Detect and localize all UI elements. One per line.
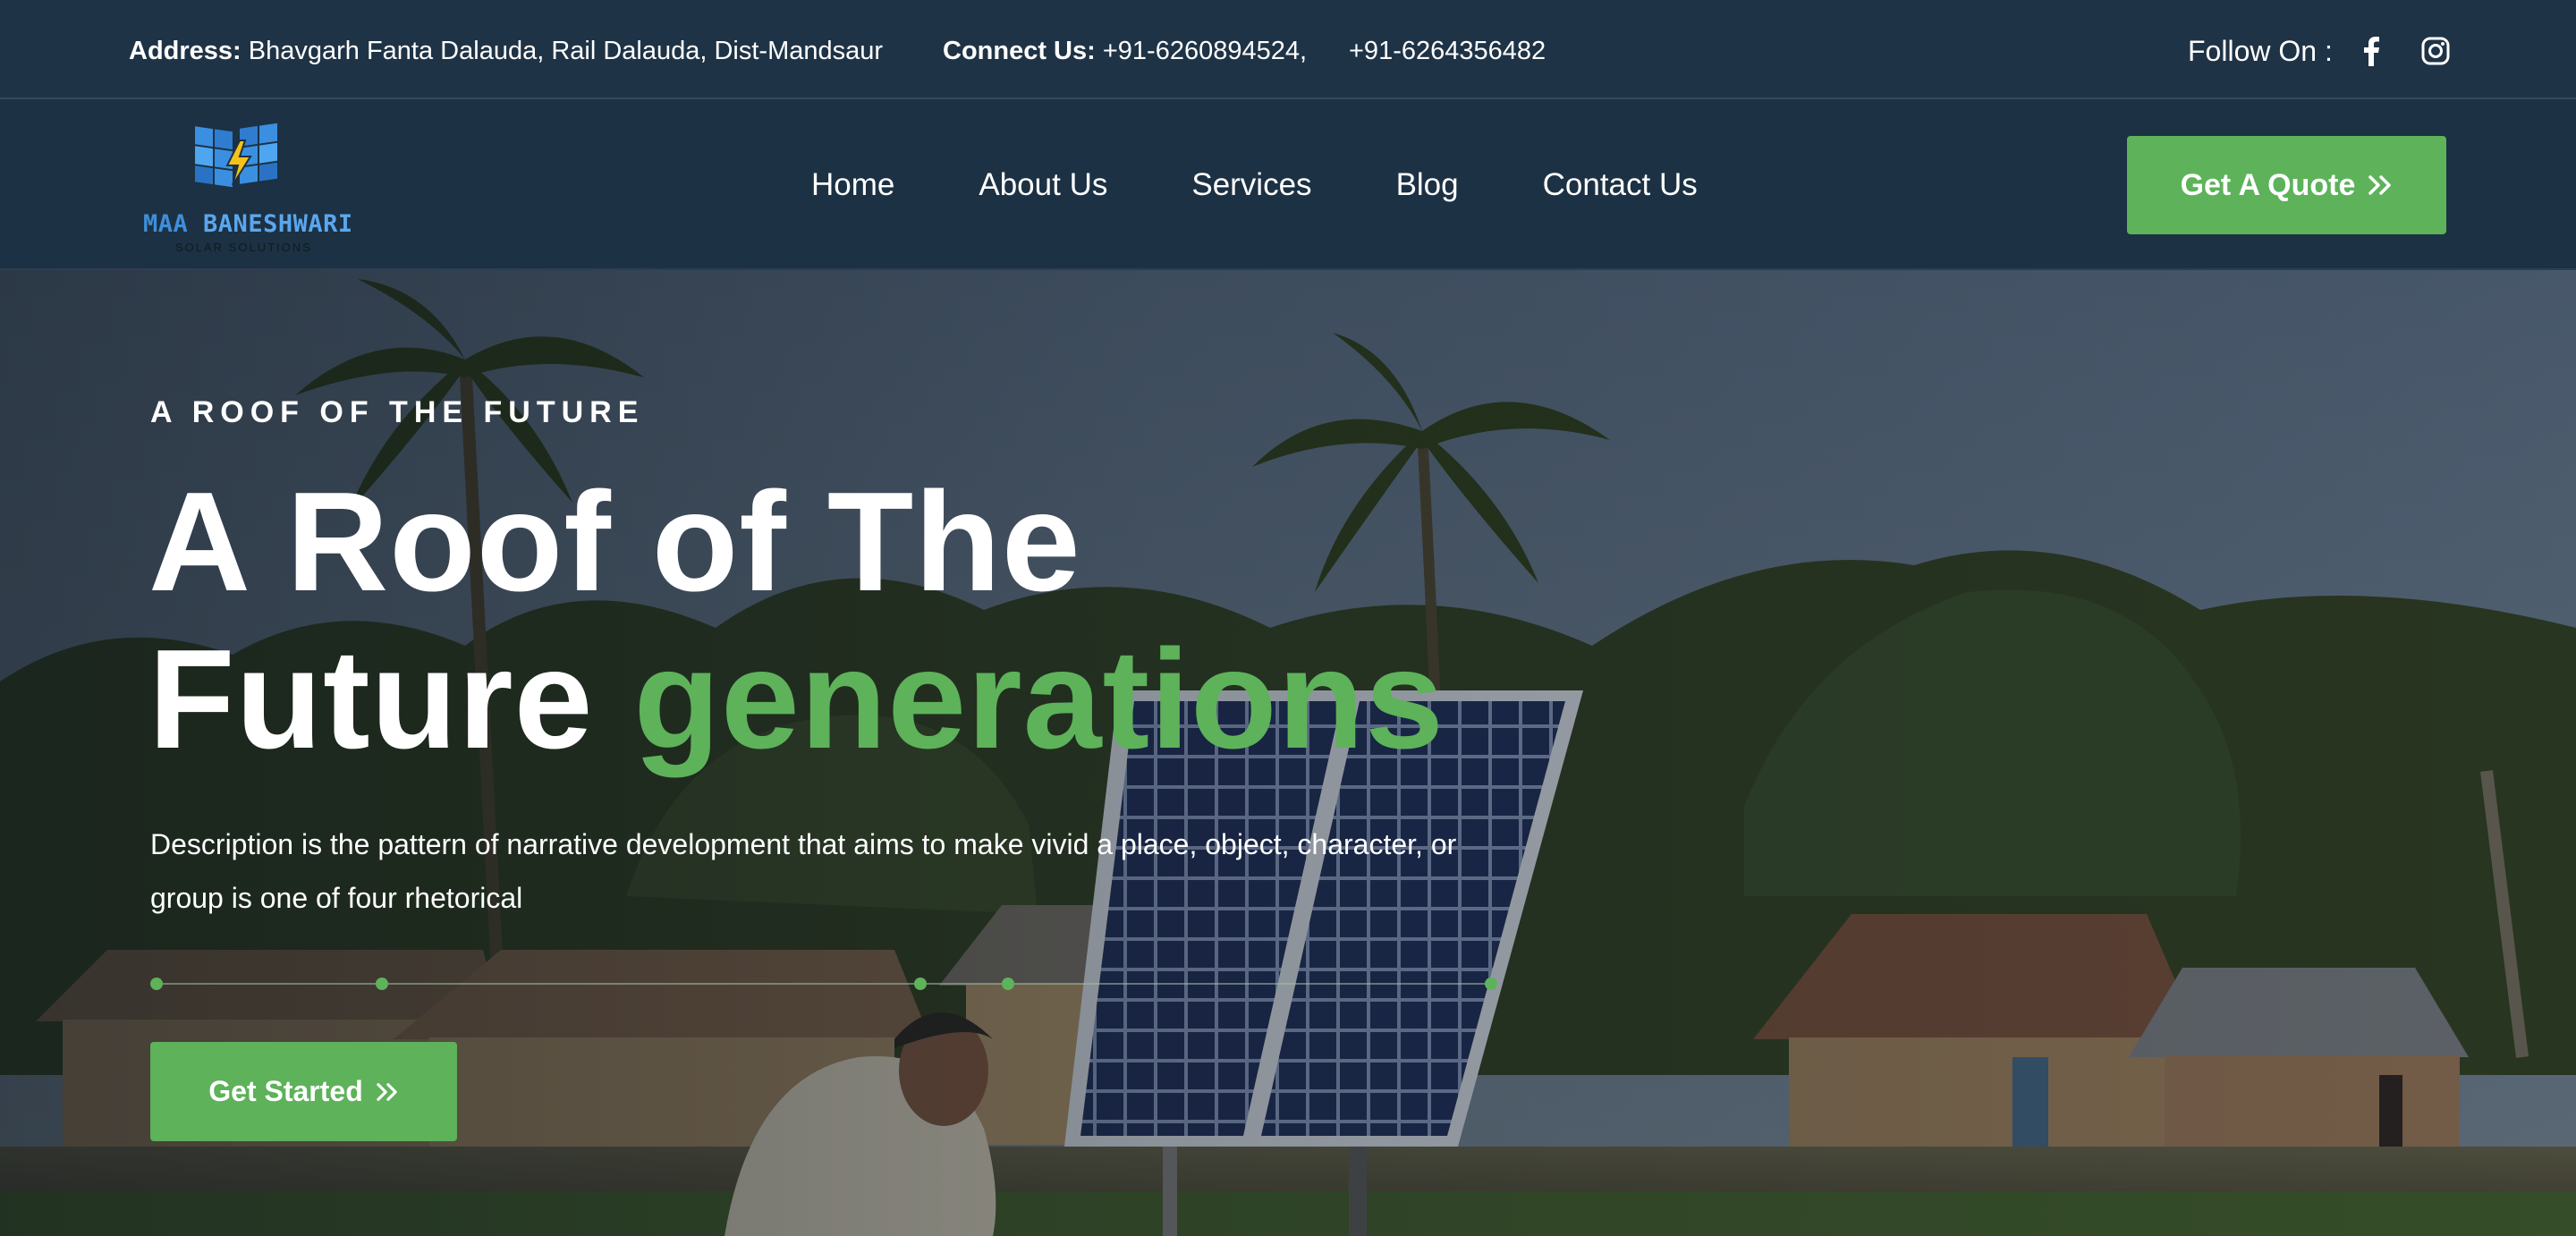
- top-info-bar: Address: Bhavgarh Fanta Dalauda, Rail Da…: [0, 0, 2576, 99]
- hero-title-accent: generations: [633, 621, 1445, 778]
- logo-name-part1: MAA: [143, 210, 189, 238]
- nav-about-us[interactable]: About Us: [979, 167, 1107, 203]
- nav-blog[interactable]: Blog: [1396, 167, 1459, 203]
- progress-dot: [376, 978, 388, 990]
- site-logo[interactable]: MAA BANESHWARI SOLAR SOLUTIONS: [143, 123, 352, 257]
- connect-label: Connect Us:: [943, 37, 1096, 65]
- facebook-icon[interactable]: [2354, 34, 2388, 68]
- nav-home[interactable]: Home: [811, 167, 894, 203]
- main-nav: Home About Us Services Blog Contact Us: [811, 166, 1698, 204]
- hero-title-line2: Future: [148, 621, 594, 778]
- double-chevron-right-icon: [377, 1082, 397, 1101]
- hero-slider-progress: [150, 975, 1497, 993]
- instagram-icon[interactable]: [2419, 34, 2453, 68]
- main-header: MAA BANESHWARI SOLAR SOLUTIONS Home Abou…: [0, 99, 2576, 270]
- get-started-label: Get Started: [208, 1075, 363, 1107]
- progress-dot: [1485, 978, 1497, 990]
- solar-panel-logo-icon: [195, 123, 277, 188]
- get-a-quote-button[interactable]: Get A Quote: [2127, 136, 2446, 234]
- hero-eyebrow: A ROOF OF THE FUTURE: [150, 395, 645, 429]
- phone-link-2[interactable]: +91-6264356482: [1349, 35, 1546, 67]
- hero-title: A Roof of The Future generations: [148, 463, 1445, 778]
- progress-dot: [1002, 978, 1014, 990]
- address-value: Bhavgarh Fanta Dalauda, Rail Dalauda, Di…: [248, 37, 884, 65]
- logo-tagline: SOLAR SOLUTIONS: [175, 241, 312, 254]
- hero-title-line1: A Roof of The: [148, 463, 1081, 621]
- get-a-quote-label: Get A Quote: [2180, 167, 2356, 202]
- get-started-button[interactable]: Get Started: [150, 1042, 457, 1141]
- follow-label: Follow On :: [2188, 35, 2333, 67]
- hero-description: Description is the pattern of narrative …: [150, 828, 1457, 914]
- logo-name-part2: BANESHWARI: [203, 210, 353, 238]
- hero-section: A ROOF OF THE FUTURE A Roof of The Futur…: [0, 270, 2576, 1236]
- progress-line: [156, 983, 1497, 985]
- nav-services[interactable]: Services: [1191, 167, 1311, 203]
- logo-name: MAA BANESHWARI: [143, 210, 352, 238]
- address-label: Address:: [129, 37, 242, 65]
- progress-dot: [150, 978, 163, 990]
- double-chevron-right-icon: [2368, 175, 2392, 195]
- progress-dot: [914, 978, 927, 990]
- phone-link-1[interactable]: +91-6260894524,: [1103, 37, 1307, 65]
- nav-contact-us[interactable]: Contact Us: [1543, 167, 1698, 203]
- contact-info: Connect Us: +91-6260894524,: [943, 35, 1307, 67]
- address-info: Address: Bhavgarh Fanta Dalauda, Rail Da…: [129, 35, 883, 67]
